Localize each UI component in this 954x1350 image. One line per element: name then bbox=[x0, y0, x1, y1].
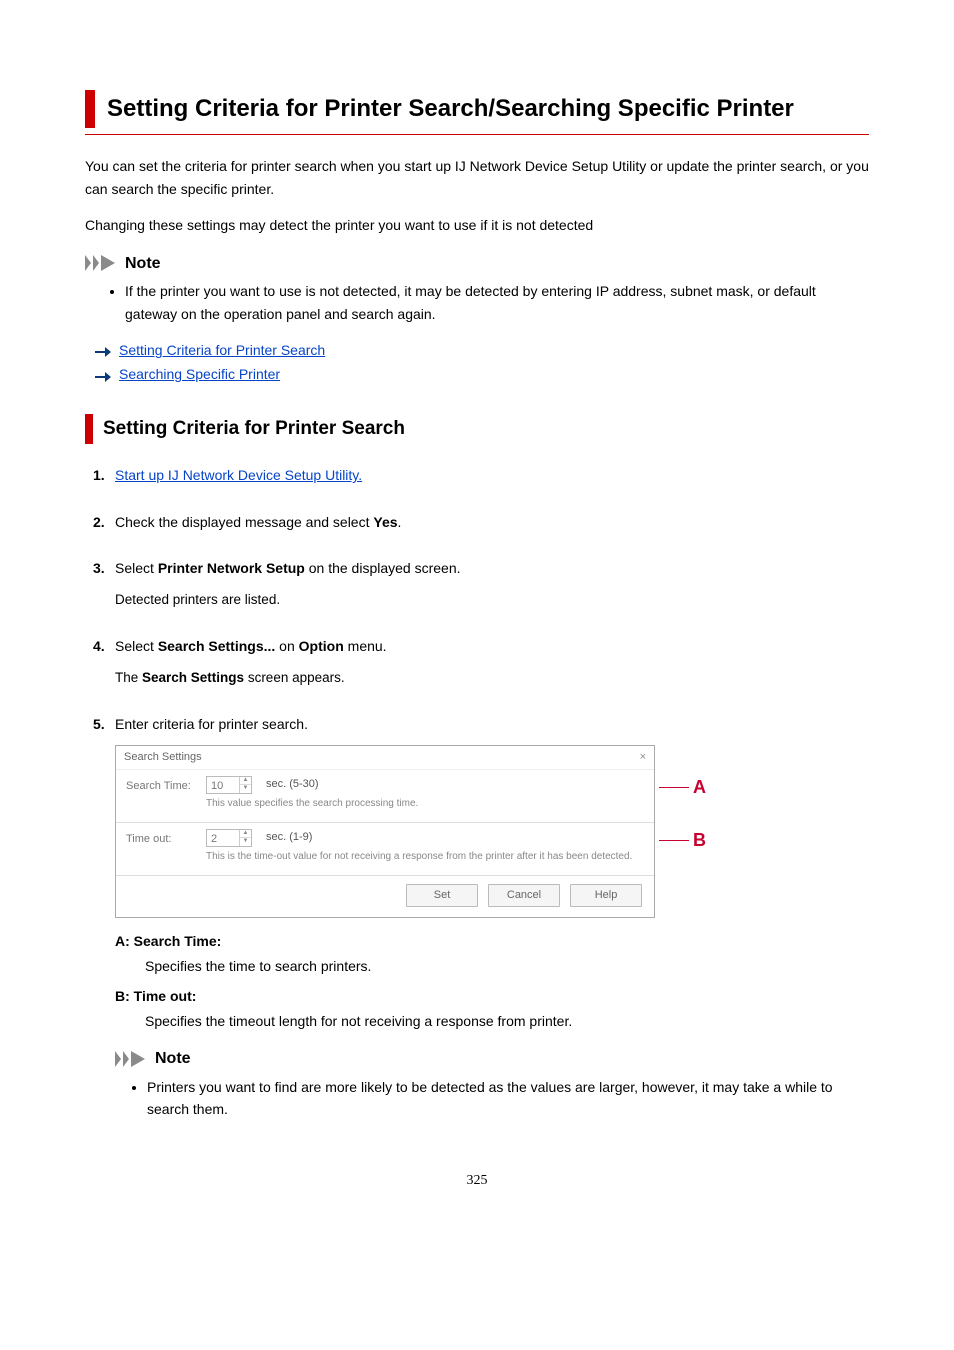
step-3-bold: Printer Network Setup bbox=[158, 560, 305, 576]
close-icon[interactable]: × bbox=[640, 749, 646, 767]
note-heading: Note bbox=[85, 251, 869, 277]
descr-a-label: A: Search Time: bbox=[115, 930, 869, 952]
search-settings-dialog: Search Settings × Search Time: 10 ▲▼ sec… bbox=[115, 745, 655, 918]
annotation-b-label: B bbox=[693, 826, 706, 855]
arrow-right-icon bbox=[95, 342, 111, 358]
step-3: Select Printer Network Setup on the disp… bbox=[115, 557, 869, 611]
arrow-right-icon bbox=[95, 367, 111, 383]
step-3-sub: Detected printers are listed. bbox=[115, 589, 869, 611]
step-4-sub-a: The bbox=[115, 670, 142, 685]
search-time-unit: sec. (5-30) bbox=[266, 776, 319, 794]
step-4-sub-b: Search Settings bbox=[142, 670, 244, 685]
step-2-period: . bbox=[398, 514, 402, 530]
cancel-button[interactable]: Cancel bbox=[488, 884, 560, 908]
timeout-unit: sec. (1-9) bbox=[266, 829, 312, 847]
spinner-up-icon[interactable]: ▲ bbox=[240, 830, 251, 839]
spinner-down-icon[interactable]: ▼ bbox=[240, 785, 251, 793]
inner-note-item: Printers you want to find are more likel… bbox=[147, 1076, 869, 1121]
step-4-bold-d: Option bbox=[299, 638, 344, 654]
note-icon bbox=[85, 255, 119, 271]
page-number: 325 bbox=[85, 1170, 869, 1192]
step-4-sub: The Search Settings screen appears. bbox=[115, 667, 869, 689]
search-time-label: Search Time: bbox=[126, 776, 206, 812]
step-2: Check the displayed message and select Y… bbox=[115, 511, 869, 533]
step-4-bold-b: Search Settings... bbox=[158, 638, 275, 654]
descr-b-text: Specifies the timeout length for not rec… bbox=[115, 1010, 869, 1032]
step-4-text-e: menu. bbox=[344, 638, 387, 654]
search-time-value: 10 bbox=[207, 777, 239, 793]
timeout-spinner[interactable]: 2 ▲▼ bbox=[206, 829, 252, 847]
step-1: Start up IJ Network Device Setup Utility… bbox=[115, 464, 869, 486]
intro-paragraph-2: Changing these settings may detect the p… bbox=[85, 214, 869, 236]
timeout-value: 2 bbox=[207, 830, 239, 846]
step-2-yes: Yes bbox=[373, 514, 397, 530]
set-button[interactable]: Set bbox=[406, 884, 478, 908]
step-3-text-c: on the displayed screen. bbox=[305, 560, 461, 576]
intro-paragraph-1: You can set the criteria for printer sea… bbox=[85, 155, 869, 200]
search-time-spinner[interactable]: 10 ▲▼ bbox=[206, 776, 252, 794]
note-icon bbox=[115, 1051, 149, 1067]
annotation-b: B bbox=[659, 826, 706, 855]
annotation-a: A bbox=[659, 773, 706, 802]
step-1-link[interactable]: Start up IJ Network Device Setup Utility… bbox=[115, 467, 362, 483]
annotation-a-label: A bbox=[693, 773, 706, 802]
note-label: Note bbox=[125, 251, 161, 277]
step-3-text-a: Select bbox=[115, 560, 158, 576]
help-button[interactable]: Help bbox=[570, 884, 642, 908]
step-4-text-a: Select bbox=[115, 638, 158, 654]
link-setting-criteria[interactable]: Setting Criteria for Printer Search bbox=[119, 339, 325, 361]
descr-a-text: Specifies the time to search printers. bbox=[115, 955, 869, 977]
page-title: Setting Criteria for Printer Search/Sear… bbox=[85, 90, 869, 128]
note-item: If the printer you want to use is not de… bbox=[125, 280, 869, 325]
inner-note-heading: Note bbox=[115, 1046, 869, 1072]
step-5: Enter criteria for printer search. Searc… bbox=[115, 713, 869, 1121]
link-row: Setting Criteria for Printer Search bbox=[85, 339, 869, 361]
dialog-title: Search Settings bbox=[124, 749, 202, 767]
step-4: Select Search Settings... on Option menu… bbox=[115, 635, 869, 689]
timeout-hint: This is the time-out value for not recei… bbox=[206, 849, 644, 865]
section-title: Setting Criteria for Printer Search bbox=[85, 414, 869, 444]
step-2-text: Check the displayed message and select bbox=[115, 514, 373, 530]
step-5-text: Enter criteria for printer search. bbox=[115, 716, 308, 732]
timeout-label: Time out: bbox=[126, 829, 206, 865]
spinner-down-icon[interactable]: ▼ bbox=[240, 838, 251, 846]
spinner-up-icon[interactable]: ▲ bbox=[240, 777, 251, 786]
note-label: Note bbox=[155, 1046, 191, 1072]
step-4-sub-c: screen appears. bbox=[244, 670, 345, 685]
descr-b-label: B: Time out: bbox=[115, 985, 869, 1007]
search-time-hint: This value specifies the search processi… bbox=[206, 796, 644, 812]
link-row: Searching Specific Printer bbox=[85, 363, 869, 385]
link-searching-specific[interactable]: Searching Specific Printer bbox=[119, 363, 280, 385]
step-4-text-c: on bbox=[275, 638, 298, 654]
